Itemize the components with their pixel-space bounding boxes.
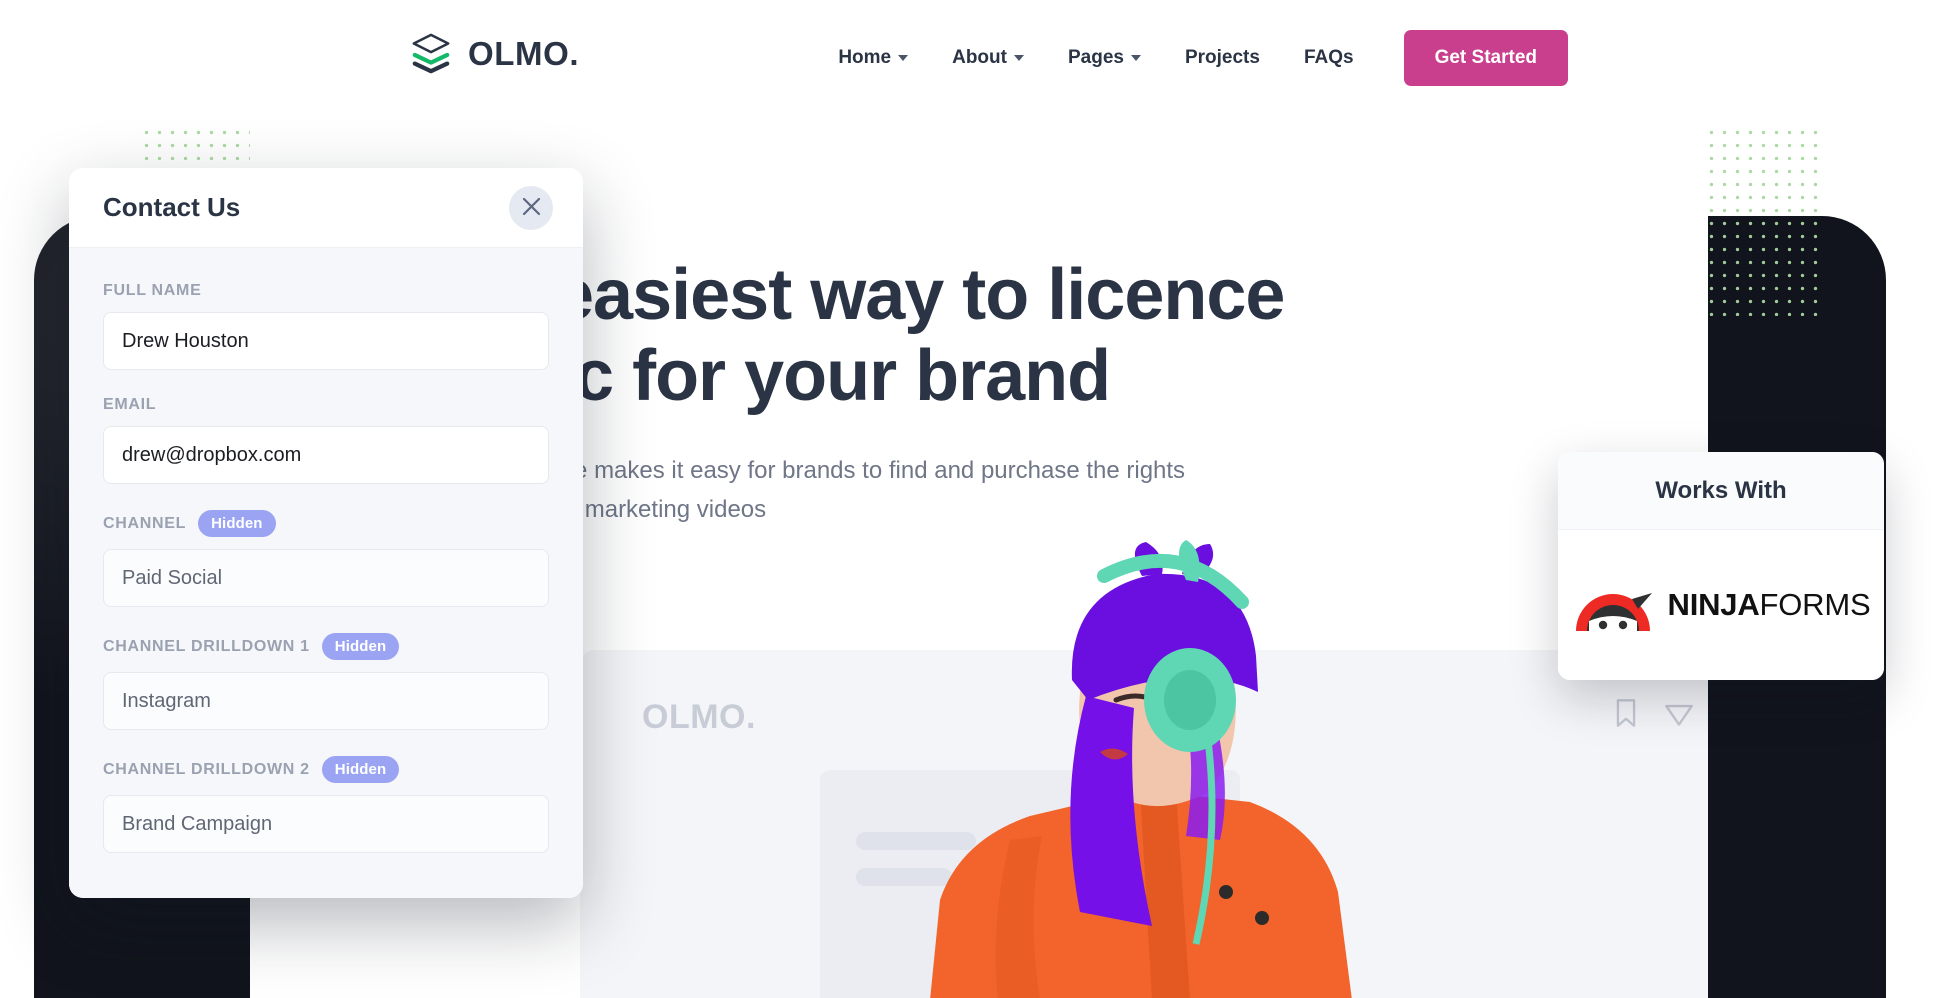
chevron-down-icon <box>1013 55 1024 61</box>
field-label-text: CHANNEL DRILLDOWN 2 <box>103 760 310 778</box>
field-label: CHANNEL DRILLDOWN 1 Hidden <box>103 633 549 660</box>
field-label: EMAIL <box>103 396 549 414</box>
send-icon[interactable] <box>1664 698 1694 728</box>
partner-name-light: FORMS <box>1759 587 1871 622</box>
field-label-text: FULL NAME <box>103 282 202 299</box>
dot-pattern-right <box>1705 126 1825 316</box>
field-label: CHANNEL Hidden <box>103 510 549 537</box>
chevron-down-icon <box>1130 55 1141 61</box>
brand-logo[interactable]: OLMO. <box>410 32 579 76</box>
full-name-input[interactable]: Drew Houston <box>103 312 549 370</box>
channel-input[interactable]: Paid Social <box>103 549 549 607</box>
field-channel-drilldown-2: CHANNEL DRILLDOWN 2 Hidden Brand Campaig… <box>103 756 549 853</box>
hidden-badge: Hidden <box>321 633 400 660</box>
close-button[interactable] <box>509 185 553 230</box>
field-channel-drilldown-1: CHANNEL DRILLDOWN 1 Hidden Instagram <box>103 633 549 730</box>
field-label: CHANNEL DRILLDOWN 2 Hidden <box>103 756 549 783</box>
panel-logo-text: OLMO. <box>642 698 756 736</box>
hero-photo <box>890 540 1510 998</box>
hidden-badge: Hidden <box>321 756 400 783</box>
field-label-text: CHANNEL <box>103 514 187 532</box>
main-nav: Home About Pages Projects FAQs Get Start… <box>816 30 1568 86</box>
field-channel: CHANNEL Hidden Paid Social <box>103 510 549 607</box>
nav-label: Projects <box>1184 47 1260 68</box>
layers-icon <box>410 32 452 76</box>
get-started-button[interactable]: Get Started <box>1403 30 1568 86</box>
nav-label: Home <box>838 47 892 68</box>
modal-title: Contact Us <box>103 192 241 222</box>
field-label-text: EMAIL <box>103 396 157 413</box>
field-label-text: CHANNEL DRILLDOWN 1 <box>103 637 310 655</box>
ninja-mask-icon <box>1572 575 1654 636</box>
email-input[interactable]: drew@dropbox.com <box>103 426 549 484</box>
panel-toolbar <box>1612 698 1708 728</box>
partner-name: NINJA FORMS <box>1668 587 1871 623</box>
nav-item-home[interactable]: Home <box>816 33 930 83</box>
site-header: OLMO. Home About Pages Projects FAQs Get… <box>250 0 1708 112</box>
channel-drilldown-2-input[interactable]: Brand Campaign <box>103 795 549 853</box>
nav-item-about[interactable]: About <box>930 33 1046 83</box>
nav-item-pages[interactable]: Pages <box>1046 33 1163 83</box>
chevron-down-icon <box>898 55 909 61</box>
channel-drilldown-1-input[interactable]: Instagram <box>103 672 549 730</box>
field-email: EMAIL drew@dropbox.com <box>103 396 549 484</box>
hidden-badge: Hidden <box>198 510 276 537</box>
contact-modal: Contact Us FULL NAME Drew Houston EMAIL … <box>69 168 583 898</box>
field-full-name: FULL NAME Drew Houston <box>103 282 549 370</box>
works-with-card: Works With NINJA FORMS <box>1558 452 1884 680</box>
nav-label: About <box>952 47 1007 68</box>
nav-label: Pages <box>1067 47 1124 68</box>
bookmark-icon[interactable] <box>1612 698 1640 728</box>
nav-item-projects[interactable]: Projects <box>1163 33 1282 83</box>
nav-item-faqs[interactable]: FAQs <box>1282 33 1376 83</box>
nav-label: FAQs <box>1303 47 1354 68</box>
partner-name-bold: NINJA <box>1667 587 1760 622</box>
brand-name: OLMO. <box>468 35 580 72</box>
modal-body: FULL NAME Drew Houston EMAIL drew@dropbo… <box>69 248 583 898</box>
field-label: FULL NAME <box>103 282 549 300</box>
works-with-body: NINJA FORMS <box>1558 530 1884 680</box>
modal-header: Contact Us <box>69 168 583 248</box>
close-icon <box>522 197 541 219</box>
works-with-title: Works With <box>1558 452 1884 530</box>
screenshot-root: OLMO. Home About Pages Projects FAQs Get… <box>0 0 1955 998</box>
